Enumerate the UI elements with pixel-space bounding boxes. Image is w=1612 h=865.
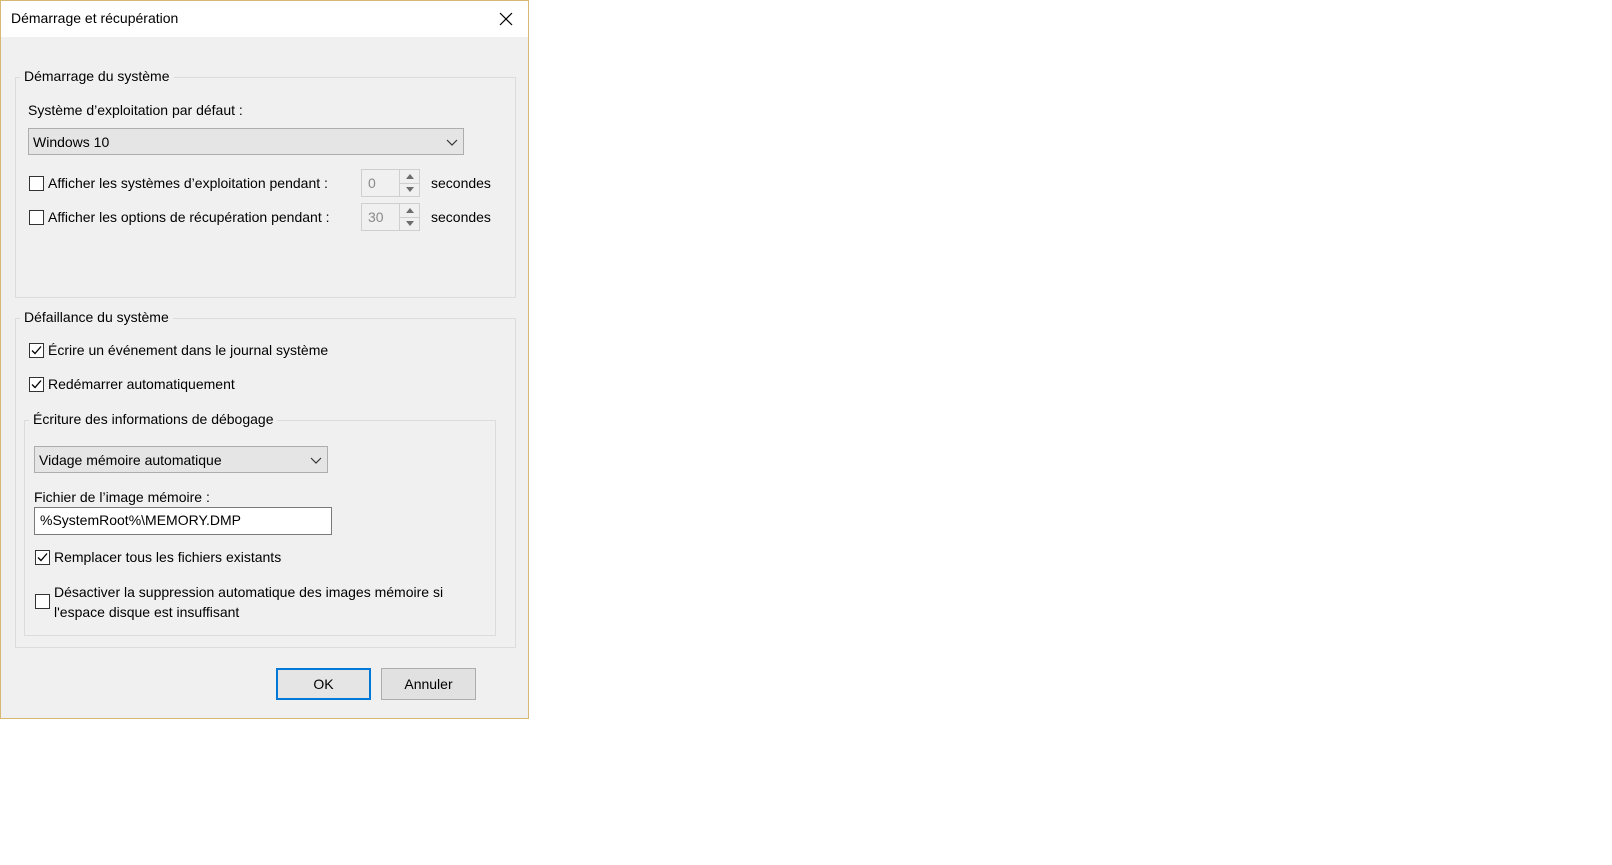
spin-down-button[interactable] xyxy=(399,183,419,196)
window-title: Démarrage et récupération xyxy=(11,10,179,26)
dump-type-value: Vidage mémoire automatique xyxy=(39,452,222,468)
auto-restart-checkbox[interactable] xyxy=(29,377,44,392)
checkmark-icon xyxy=(37,553,48,562)
chevron-down-icon xyxy=(310,457,322,464)
spin-up-button[interactable] xyxy=(399,204,419,218)
chevron-down-icon xyxy=(446,139,458,146)
disable-auto-delete-label-line2: l'espace disque est insuffisant xyxy=(54,604,240,620)
show-os-list-unit: secondes xyxy=(431,175,491,191)
show-recovery-unit: secondes xyxy=(431,209,491,225)
debug-info-group-title: Écriture des informations de débogage xyxy=(29,411,278,427)
write-event-checkbox[interactable] xyxy=(29,343,44,358)
arrow-up-icon xyxy=(405,208,414,213)
checkmark-icon xyxy=(31,380,42,389)
spin-up-button[interactable] xyxy=(399,170,419,184)
dump-file-field[interactable] xyxy=(34,507,332,535)
dump-type-select[interactable]: Vidage mémoire automatique xyxy=(34,446,328,473)
arrow-down-icon xyxy=(405,187,414,192)
show-recovery-checkbox[interactable] xyxy=(29,210,44,225)
show-recovery-spinner[interactable]: 30 xyxy=(361,203,420,231)
title-bar: Démarrage et récupération xyxy=(1,1,528,37)
close-button[interactable] xyxy=(484,1,528,37)
dump-file-input[interactable] xyxy=(40,512,320,528)
ok-button[interactable]: OK xyxy=(276,668,371,700)
show-recovery-value: 30 xyxy=(368,209,384,225)
dump-file-label: Fichier de l’image mémoire : xyxy=(34,489,210,505)
default-os-label: Système d’exploitation par défaut : xyxy=(28,102,243,118)
overwrite-checkbox[interactable] xyxy=(35,550,50,565)
failure-group-title: Défaillance du système xyxy=(20,309,173,325)
show-os-list-value: 0 xyxy=(368,175,376,191)
write-event-label: Écrire un événement dans le journal syst… xyxy=(48,342,329,358)
disable-auto-delete-checkbox[interactable] xyxy=(35,594,50,609)
disable-auto-delete-label-line1: Désactiver la suppression automatique de… xyxy=(54,584,444,600)
close-icon xyxy=(499,12,513,26)
auto-restart-label: Redémarrer automatiquement xyxy=(48,376,235,392)
arrow-down-icon xyxy=(405,221,414,226)
startup-group-title: Démarrage du système xyxy=(20,68,174,84)
show-os-list-spinner[interactable]: 0 xyxy=(361,169,420,197)
show-recovery-label: Afficher les options de récupération pen… xyxy=(48,209,330,225)
overwrite-label: Remplacer tous les fichiers existants xyxy=(54,549,282,565)
show-os-list-label: Afficher les systèmes d’exploitation pen… xyxy=(48,175,328,191)
arrow-up-icon xyxy=(405,174,414,179)
show-os-list-checkbox[interactable] xyxy=(29,176,44,191)
checkmark-icon xyxy=(31,346,42,355)
startup-recovery-dialog: Démarrage et récupération Démarrage du s… xyxy=(0,0,529,719)
cancel-button[interactable]: Annuler xyxy=(381,668,476,700)
default-os-select[interactable]: Windows 10 xyxy=(28,128,464,155)
spin-down-button[interactable] xyxy=(399,217,419,230)
default-os-value: Windows 10 xyxy=(33,134,110,150)
